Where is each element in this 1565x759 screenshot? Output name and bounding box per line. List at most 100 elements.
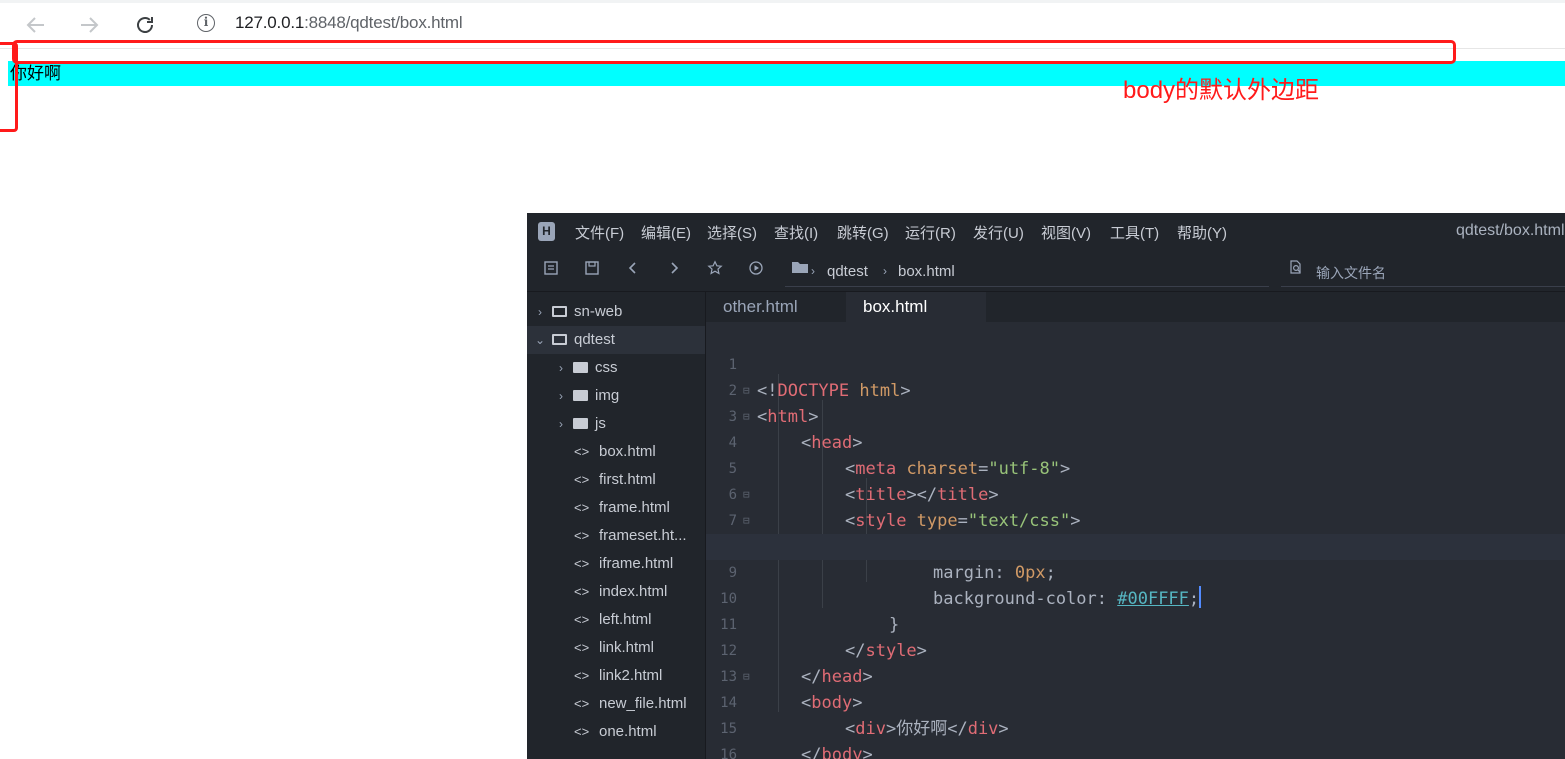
html-file-icon: <> [574,612,590,627]
folder-icon [573,362,588,373]
menu-view[interactable]: 视图(V) [1041,222,1091,243]
code-line: 1 <!DOCTYPE html> [728,357,911,401]
tree-item-first-html[interactable]: <> first.html [574,466,656,494]
menu-goto[interactable]: 跳转(G) [837,222,889,243]
menu-file[interactable]: 文件(F) [575,222,624,243]
menu-run[interactable]: 运行(R) [905,222,956,243]
html-file-icon: <> [574,640,590,655]
code-line: 2 ⊟ <html> [706,352,1565,427]
menu-find[interactable]: 查找(I) [774,222,818,243]
tree-item-iframe-html[interactable]: <> iframe.html [574,550,673,578]
html-file-icon: <> [574,668,590,683]
file-search[interactable]: 输入文件名 [1281,254,1565,287]
folder-icon [573,390,588,401]
project-icon [552,306,567,317]
tree-item-link-html[interactable]: <> link.html [574,634,654,662]
code-line: 4 <meta charset="utf-8"> [728,435,1071,479]
window-title: qdtest/box.html [1456,222,1565,239]
tree-item-link2-html[interactable]: <> link2.html [574,662,662,690]
html-file-icon: <> [574,584,590,599]
chevron-right-icon[interactable]: › [532,298,548,326]
code-line: 10 } [720,591,900,635]
chevron-down-icon[interactable]: ⌄ [532,326,548,354]
code-line: 7⊟ div{ [706,482,1565,557]
annotation-box-left-margin [0,42,18,132]
tab-strip-edge [0,0,1565,3]
search-input[interactable]: 输入文件名 [1316,263,1386,283]
code-line: 14 <div>你好啊</div> [720,695,1009,739]
editor-tabs: other.html box.html [706,292,1565,322]
code-line: 15 </body> [720,721,873,759]
tree-item-index-html[interactable]: <> index.html [574,578,667,606]
menu-select[interactable]: 选择(S) [707,222,757,243]
arrow-right-icon [81,17,99,33]
tab-other-html[interactable]: other.html [706,292,815,322]
code-line: 16 </html> [720,747,737,759]
code-line: 6 ⊟ <style type="text/css"> [706,456,1565,531]
breadcrumb-separator-icon: › [883,264,887,278]
search-file-icon [1285,259,1307,281]
html-file-icon: <> [574,696,590,711]
breadcrumb-separator-icon: › [811,264,815,278]
code-line: 11 </style> [720,617,927,661]
code-line: 17 [706,742,1565,759]
breadcrumb-project[interactable]: qdtest [827,263,868,280]
menu-edit[interactable]: 编辑(E) [641,222,691,243]
editor-window: H 文件(F) 编辑(E) 选择(S) 查找(I) 跳转(G) 运行(R) 发行… [527,213,1565,759]
tree-item-left-html[interactable]: <> left.html [574,606,652,634]
run-icon[interactable] [745,260,767,282]
annotation-box-top-margin [12,40,1456,64]
info-icon[interactable]: i [197,14,215,32]
annotation-text: body的默认外边距 [1123,77,1320,104]
back-button[interactable] [20,10,50,40]
save-icon[interactable] [581,260,603,282]
breadcrumb-file[interactable]: box.html [898,263,955,280]
folder-icon [573,418,588,429]
forward-button[interactable] [75,10,105,40]
chevron-right-icon[interactable]: › [553,410,569,438]
tree-item-css[interactable]: › css [527,354,705,382]
project-icon [552,334,567,345]
project-tree: › sn-web ⌄ qdtest › css › img › js <> box.html… [527,292,706,759]
star-icon[interactable] [704,260,726,282]
tree-item-one-html[interactable]: <> one.html [574,718,657,746]
menu-tools[interactable]: 工具(T) [1110,222,1159,243]
code-line-current: 9 background-color: #00FFFF; [706,534,1565,609]
chevron-right-icon[interactable]: › [553,382,569,410]
app-logo-icon: H [538,222,555,241]
html-file-icon: <> [574,500,590,515]
tree-item-qdtest[interactable]: ⌄ qdtest [527,326,705,354]
tree-item-frameset-html[interactable]: <> frameset.ht... [574,522,687,550]
tree-item-js[interactable]: › js [527,410,705,438]
menu-help[interactable]: 帮助(Y) [1177,222,1227,243]
chevron-right-icon[interactable]: › [553,354,569,382]
tab-box-html[interactable]: box.html [846,292,986,322]
url-path: :8848/qdtest/box.html [304,13,463,32]
chevron-left-icon[interactable] [622,260,644,282]
code-line: 13 ⊟ <body> [706,638,1565,713]
menu-publish[interactable]: 发行(U) [973,222,1024,243]
tree-item-box-html[interactable]: <> box.html [574,438,656,466]
html-file-icon: <> [574,528,590,543]
code-line: 12 </head> [720,643,873,687]
arrow-left-icon [26,17,44,33]
tree-item-sn-web[interactable]: › sn-web [527,298,705,326]
url-text[interactable]: 127.0.0.1:8848/qdtest/box.html [235,13,463,33]
code-editor[interactable]: 1 <!DOCTYPE html> 2 ⊟ <html> 3 ⊟ <head> 4 … [706,322,1565,759]
html-file-icon: <> [574,724,590,739]
code-line: 8 margin: 0px; [729,539,1056,583]
editor-toolbar: › qdtest › box.html 输入文件名 [527,251,1565,292]
url-host: 127.0.0.1 [235,13,305,32]
new-file-icon[interactable] [540,260,562,282]
reload-button[interactable] [130,10,160,40]
reload-icon [137,17,153,33]
html-file-icon: <> [574,472,590,487]
code-line: 5 <title></title> [728,461,999,505]
html-file-icon: <> [574,444,590,459]
tree-item-frame-html[interactable]: <> frame.html [574,494,670,522]
code-line: 3 ⊟ <head> [706,378,1565,453]
menu-bar: H 文件(F) 编辑(E) 选择(S) 查找(I) 跳转(G) 运行(R) 发行… [527,213,1565,251]
chevron-right-icon[interactable] [663,260,685,282]
tree-item-img[interactable]: › img [527,382,705,410]
tree-item-new-file-html[interactable]: <> new_file.html [574,690,687,718]
